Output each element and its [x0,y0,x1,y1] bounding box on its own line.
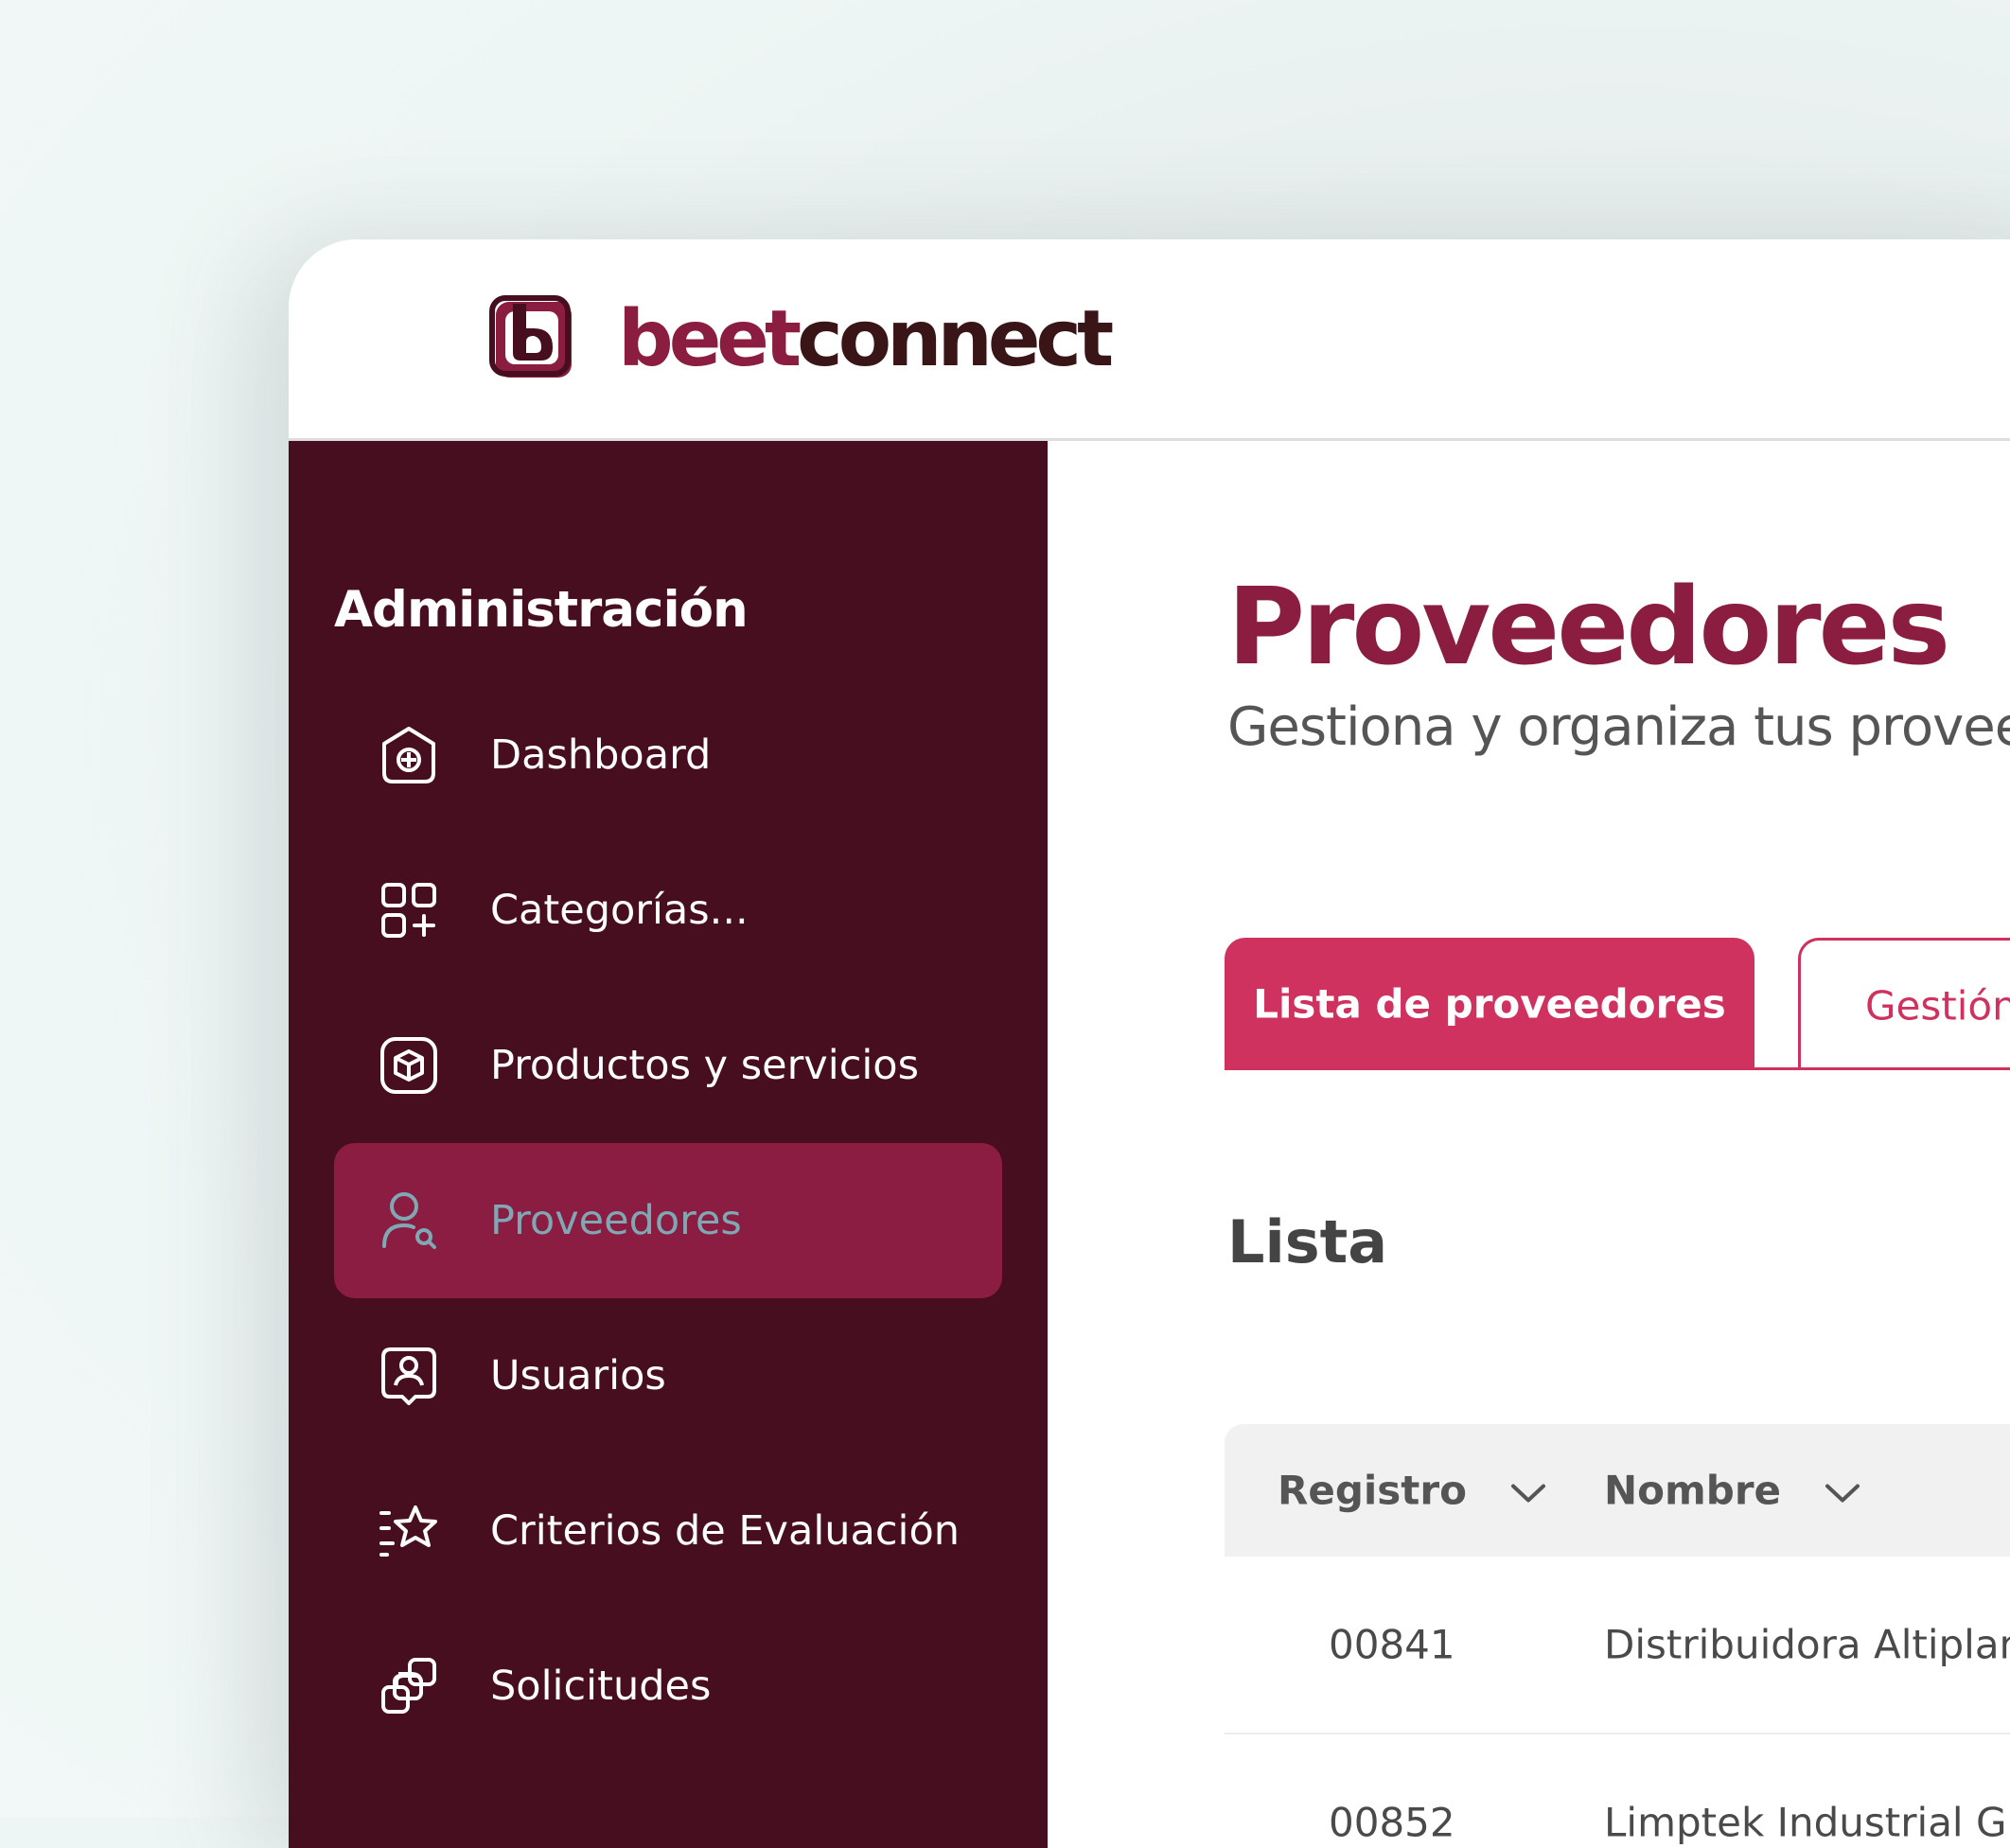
sidebar-item-solicitudes[interactable]: Solicitudes [334,1609,1002,1764]
sidebar-item-proveedores[interactable]: Proveedores [334,1143,1002,1298]
column-header-label: Nombre [1604,1467,1782,1514]
sidebar: Administración Dashboard Categorías... P… [289,441,1048,1848]
box-icon [380,1037,437,1094]
beetconnect-logo-icon[interactable] [488,294,575,381]
dashboard-home-icon [382,727,435,783]
star-list-icon [379,1505,437,1557]
page-title: Proveedores [1227,566,1950,689]
top-bar: beetconnect [289,239,2010,441]
tab-lista-de-proveedores[interactable]: Lista de proveedores [1225,938,1754,1070]
tab-label: Lista de proveedores [1253,980,1726,1028]
column-header-registro[interactable]: Registro [1278,1468,1547,1514]
sidebar-item-usuarios[interactable]: Usuarios [334,1298,1002,1453]
sidebar-title: Administración [334,581,749,639]
sidebar-item-label: Criterios de Evaluación [490,1507,961,1555]
page-subtitle: Gestiona y organiza tus proveedor [1227,696,2010,758]
user-badge-icon [381,1347,436,1405]
user-search-icon [382,1192,436,1249]
table-row[interactable]: 00841 Distribuidora Altiplanc [1225,1557,2010,1734]
sidebar-item-label: Proveedores [490,1197,742,1244]
sidebar-item-label: Categorías... [490,887,749,934]
brand-part-beet: beet [618,294,802,384]
sidebar-item-label: Productos y servicios [490,1042,919,1089]
tab-underline [1225,1067,2010,1070]
cell-nombre: Distribuidora Altiplanc [1604,1621,2010,1668]
table-row[interactable]: 00852 Limptek Industrial Gua [1225,1734,2010,1848]
tab-label: Gestión [1865,982,2010,1029]
sidebar-item-label: Usuarios [490,1352,666,1399]
chevron-down-icon [1825,1484,1860,1502]
sidebar-item-categorias[interactable]: Categorías... [334,833,1002,988]
cell-registro: 00841 [1329,1621,1455,1668]
sidebar-item-label: Solicitudes [490,1663,712,1710]
sidebar-item-criterios[interactable]: Criterios de Evaluación [334,1453,1002,1609]
column-header-nombre[interactable]: Nombre [1604,1468,1861,1514]
main-content: Proveedores Gestiona y organiza tus prov… [1048,441,2010,1848]
brand-part-connect: connect [797,294,1114,384]
section-title: Lista [1227,1207,1388,1276]
sidebar-item-productos[interactable]: Productos y servicios [334,988,1002,1143]
categories-grid-icon [381,883,436,938]
app-window: beetconnect Administración Dashboard Cat… [289,239,2010,1848]
cell-registro: 00852 [1329,1799,1455,1846]
column-header-label: Registro [1278,1467,1467,1514]
sidebar-item-dashboard[interactable]: Dashboard [334,678,1002,833]
chevron-down-icon [1510,1484,1545,1502]
tab-gestion[interactable]: Gestión [1798,938,2010,1070]
stacked-squares-icon [381,1658,436,1714]
cell-nombre: Limptek Industrial Gua [1604,1799,2010,1846]
sidebar-item-label: Dashboard [490,731,712,779]
table-header: Registro Nombre [1225,1424,2010,1557]
brand-wordmark[interactable]: beetconnect [618,294,1114,384]
